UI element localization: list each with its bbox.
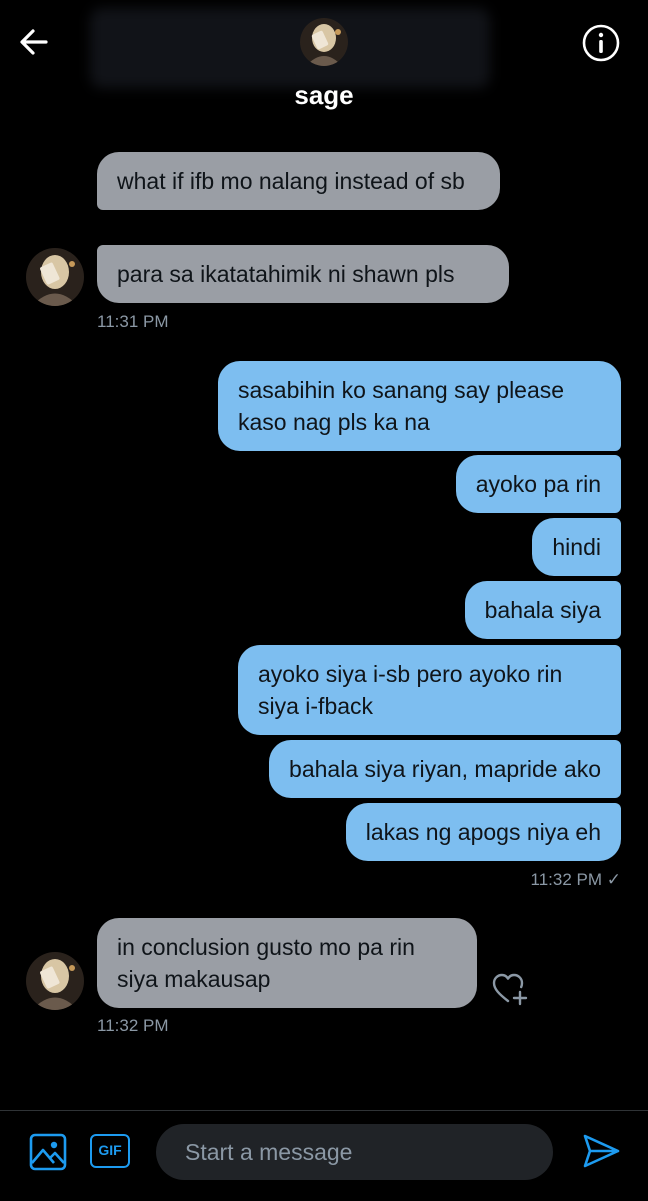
image-icon[interactable]: [28, 1132, 68, 1172]
message-timestamp: 11:31 PM: [97, 312, 169, 331]
message-text: hindi: [552, 534, 601, 560]
heart-plus-icon[interactable]: [490, 970, 530, 1006]
avatar[interactable]: [300, 18, 348, 66]
message-text: sasabihin ko sanang say please kaso nag …: [238, 377, 565, 435]
outgoing-message[interactable]: bahala siya: [464, 581, 621, 639]
outgoing-message[interactable]: lakas ng apogs niya eh: [345, 803, 621, 861]
message-text: in conclusion gusto mo pa rin siya makau…: [117, 934, 415, 992]
outgoing-message[interactable]: ayoko siya i-sb pero ayoko rin siya i-fb…: [238, 645, 621, 735]
incoming-message[interactable]: in conclusion gusto mo pa rin siya makau…: [97, 918, 477, 1008]
message-timestamp: 11:32 PM ✓: [530, 870, 621, 889]
incoming-message[interactable]: what if ifb mo nalang instead of sb: [97, 152, 500, 210]
avatar[interactable]: [26, 952, 84, 1010]
outgoing-message[interactable]: hindi: [532, 518, 621, 576]
outgoing-message[interactable]: bahala siya riyan, mapride ako: [269, 740, 621, 798]
message-input[interactable]: Start a message: [156, 1124, 553, 1180]
outgoing-message[interactable]: ayoko pa rin: [455, 455, 621, 513]
message-text: ayoko pa rin: [475, 471, 601, 497]
message-text: ayoko siya i-sb pero ayoko rin siya i-fb…: [258, 661, 563, 719]
incoming-message[interactable]: para sa ikatatahimik ni shawn pls: [97, 245, 509, 303]
info-icon[interactable]: [580, 22, 622, 64]
gif-icon[interactable]: GIF: [90, 1134, 130, 1168]
back-arrow-icon[interactable]: [14, 22, 54, 62]
contact-name[interactable]: sage: [0, 80, 648, 111]
avatar[interactable]: [26, 248, 84, 306]
message-text: lakas ng apogs niya eh: [365, 819, 601, 845]
message-text: bahala siya riyan, mapride ako: [289, 756, 601, 782]
blurred-area: [90, 8, 490, 88]
message-timestamp: 11:32 PM: [97, 1016, 169, 1035]
message-text: bahala siya: [484, 597, 601, 623]
message-text: what if ifb mo nalang instead of sb: [117, 168, 465, 194]
message-text: para sa ikatatahimik ni shawn pls: [117, 261, 455, 287]
conversation-header: sage: [0, 0, 648, 125]
outgoing-message[interactable]: sasabihin ko sanang say please kaso nag …: [218, 361, 621, 451]
send-icon[interactable]: [580, 1130, 622, 1172]
